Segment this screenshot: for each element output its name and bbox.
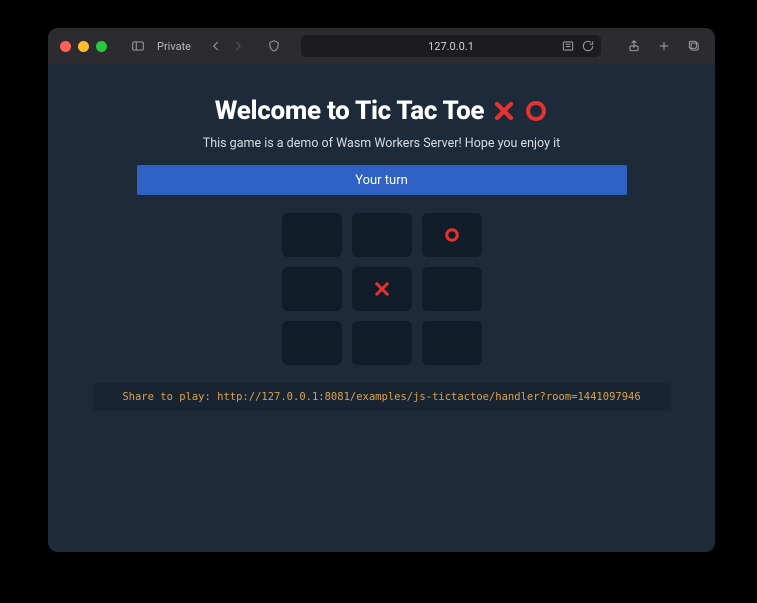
cell-4[interactable] [352,267,412,311]
share-box: Share to play: http://127.0.0.1:8081/exa… [93,383,671,411]
cell-1[interactable] [352,213,412,257]
share-url: http://127.0.0.1:8081/examples/js-tictac… [217,391,641,403]
page-title: Welcome to Tic Tac Toe [215,96,549,126]
title-text: Welcome to Tic Tac Toe [215,96,485,126]
traffic-lights [60,41,107,52]
share-label: Share to play: [122,391,217,403]
cell-7[interactable] [352,321,412,365]
fullscreen-window-button[interactable] [96,41,107,52]
turn-banner: Your turn [137,165,627,195]
cell-5[interactable] [422,267,482,311]
close-window-button[interactable] [60,41,71,52]
cell-2[interactable] [422,213,482,257]
cell-8[interactable] [422,321,482,365]
share-icon[interactable] [625,37,643,55]
reload-icon[interactable] [581,39,595,53]
address-text: 127.0.0.1 [428,40,474,53]
page-content: Welcome to Tic Tac Toe This game is a de… [48,64,715,552]
new-tab-icon[interactable] [655,37,673,55]
reader-mode-icon[interactable] [561,39,575,53]
browser-window: Private 127.0.0.1 [48,28,715,552]
address-bar-right-icons [561,39,595,53]
cell-3[interactable] [282,267,342,311]
sidebar-toggle-icon[interactable] [129,37,147,55]
cell-0[interactable] [282,213,342,257]
game-board [282,213,482,365]
minimize-window-button[interactable] [78,41,89,52]
o-icon [524,99,548,123]
privacy-shield-icon[interactable] [265,37,283,55]
subtitle: This game is a demo of Wasm Workers Serv… [203,136,560,151]
cell-6[interactable] [282,321,342,365]
titlebar: Private 127.0.0.1 [48,28,715,64]
address-bar[interactable]: 127.0.0.1 [301,35,601,57]
x-icon [492,99,516,123]
private-badge: Private [157,40,191,53]
back-button[interactable] [207,37,225,55]
titlebar-right [625,37,703,55]
forward-button[interactable] [229,37,247,55]
tabs-overview-icon[interactable] [685,37,703,55]
nav-arrows [207,37,247,55]
